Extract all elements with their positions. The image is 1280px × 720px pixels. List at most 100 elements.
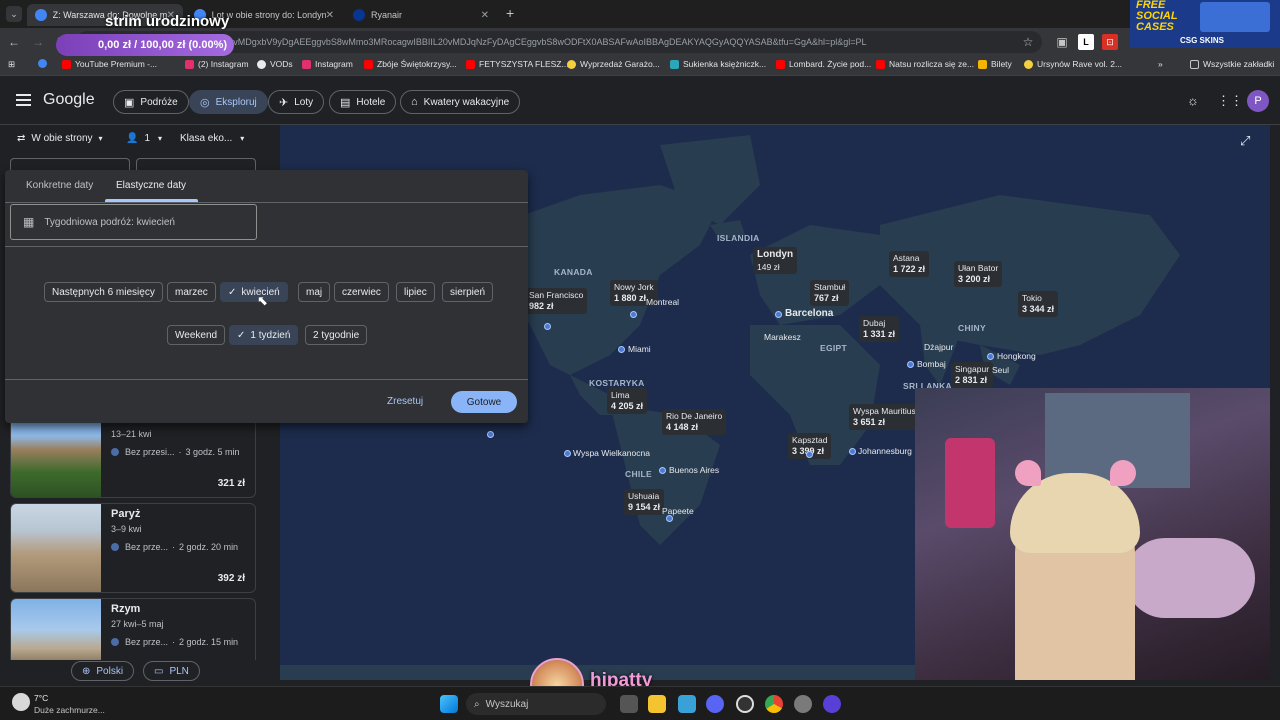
reset-button[interactable]: Zresetuj (387, 396, 423, 407)
passengers-select[interactable]: 👤 1 ▾ (126, 133, 162, 144)
google-logo[interactable]: Google (43, 91, 95, 109)
bookmark-icon[interactable] (38, 59, 51, 68)
map-pin[interactable] (630, 311, 637, 318)
nav-loty[interactable]: ✈ Loty (268, 90, 325, 114)
map-destination-ulan-bator[interactable]: Ułan Bator 3 200 zł (954, 261, 1003, 287)
file-explorer-icon[interactable] (648, 695, 666, 713)
map-destination-singapur[interactable]: Singapur 2 831 zł (951, 362, 994, 388)
month-chip-czerwiec[interactable]: czerwiec (334, 282, 389, 302)
bookmark-ursynow[interactable]: Ursynów Rave vol. 2... (1024, 59, 1122, 69)
apps-grid-icon[interactable]: ⋮⋮ (1217, 93, 1243, 109)
map-pin[interactable] (564, 450, 571, 457)
browser-tab-ryanair[interactable]: Ryanair ✕ (345, 4, 497, 26)
map-destination-tokio[interactable]: Tokio 3 344 zł (1018, 291, 1059, 317)
google-flights-header: Google ▣ Podróże ◎ Eksploruj ✈ Loty ▤ Hotele… (0, 77, 1280, 125)
map-destination-rio[interactable]: Rio De Janeiro 4 148 zł (662, 409, 727, 435)
language-button[interactable]: ⊕ Polski (71, 661, 135, 681)
nav-hotele[interactable]: ▤ Hotele (329, 90, 397, 114)
month-chip-kwiecien[interactable]: ✓ kwiecień (220, 282, 288, 302)
taskbar-search[interactable]: ⌕ Wyszukaj (466, 693, 606, 715)
month-chip-marzec[interactable]: marzec (167, 282, 216, 302)
map-destination-san-francisco[interactable]: San Francisco 982 zł (525, 288, 588, 314)
bookmark-instagram-2[interactable]: (2) Instagram (185, 59, 249, 69)
map-destination-dubaj[interactable]: Dubaj 1 331 zł (859, 316, 900, 342)
month-chip-maj[interactable]: maj (298, 282, 331, 302)
nav-podroze[interactable]: ▣ Podróże (113, 90, 189, 114)
more-bookmarks-icon[interactable]: » (1158, 59, 1163, 69)
month-chip-lipiec[interactable]: lipiec (396, 282, 435, 302)
map-destination-astana[interactable]: Astana 1 722 zł (889, 251, 930, 277)
bookmark-vods[interactable]: VODs (257, 59, 293, 69)
extension-icon[interactable]: L (1078, 34, 1094, 50)
map-pin[interactable] (544, 323, 551, 330)
trip-type-select[interactable]: ⇄ W obie strony ▾ (17, 133, 103, 144)
done-button[interactable]: Gotowe (451, 391, 517, 413)
map-pin[interactable] (666, 515, 673, 522)
tab-specific-dates[interactable]: Konkretne daty (26, 180, 93, 191)
forward-icon[interactable]: → (30, 34, 46, 50)
duration-chip-weekend[interactable]: Weekend (167, 325, 226, 345)
map-destination-stambul[interactable]: Stambuł 767 zł (810, 280, 850, 306)
bookmark-star-icon[interactable]: ☆ (1020, 34, 1036, 50)
cabin-class-select[interactable]: Klasa eko... ▾ (180, 133, 244, 144)
bookmark-all[interactable]: Wszystkie zakładki (1190, 59, 1274, 69)
map-pin[interactable] (618, 346, 625, 353)
extension-icon[interactable]: ▣ (1054, 34, 1070, 50)
back-icon[interactable]: ← (6, 34, 22, 50)
map-pin[interactable] (849, 448, 856, 455)
trip-length-field[interactable]: ▦ Tygodniowa podróż: kwiecień (10, 204, 257, 240)
result-card-paryz[interactable]: Paryż 3–9 kwi Bez prze... · 2 godz. 20 min… (10, 503, 256, 593)
close-icon[interactable]: ✕ (326, 10, 334, 21)
apps-icon[interactable]: ⊞ (8, 59, 15, 70)
settings-icon[interactable] (794, 695, 812, 713)
nav-eksploruj[interactable]: ◎ Eksploruj (189, 90, 268, 114)
bookmark-zboje[interactable]: Zbóje Świętokrzysy... (364, 59, 457, 69)
youtube-icon (466, 59, 475, 69)
map-destination-londyn[interactable]: Londyn 149 zł (753, 247, 798, 275)
country-label: CHINY (958, 323, 986, 333)
duration-chip-2-weeks[interactable]: 2 tygodnie (305, 325, 368, 345)
map-pin[interactable] (907, 361, 914, 368)
map-destination-mauritius[interactable]: Wyspa Mauritius 3 651 zł (849, 404, 920, 430)
tab-list-icon[interactable]: ⌄ (6, 6, 22, 22)
hamburger-menu-icon[interactable] (16, 94, 31, 106)
bookmark-sukienka[interactable]: Sukienka księżniczk... (670, 59, 766, 69)
avatar[interactable]: P (1247, 90, 1269, 112)
bookmark-label: Sukienka księżniczk... (683, 59, 767, 69)
nav-kwatery[interactable]: ⌂ Kwatery wakacyjne (400, 90, 521, 114)
map-pin[interactable] (487, 431, 494, 438)
bookmark-instagram[interactable]: Instagram (302, 59, 353, 69)
map-destination-lima[interactable]: Lima 4 205 zł (607, 388, 648, 414)
app-icon[interactable] (823, 695, 841, 713)
bookmark-natsu[interactable]: Natsu rozlicza się ze... (876, 59, 974, 69)
map-destination-ushuaia[interactable]: Ushuaia 9 154 zł (624, 489, 665, 515)
map-pin[interactable] (806, 451, 813, 458)
bookmark-lombard[interactable]: Lombard. Życie pod... (776, 59, 871, 69)
store-icon[interactable] (678, 695, 696, 713)
map-pin[interactable] (775, 311, 782, 318)
chrome-icon[interactable] (765, 695, 783, 713)
map-pin[interactable] (987, 353, 994, 360)
month-chip-sierpien[interactable]: sierpień (442, 282, 494, 302)
close-icon[interactable]: ✕ (481, 10, 489, 21)
obs-icon[interactable] (736, 695, 754, 713)
new-tab-icon[interactable]: + (506, 5, 514, 21)
task-view-icon[interactable] (620, 695, 638, 713)
discord-icon[interactable] (706, 695, 724, 713)
map-pin[interactable] (659, 467, 666, 474)
month-chip-next-6[interactable]: Następnych 6 miesięcy (44, 282, 163, 302)
tab-flexible-dates[interactable]: Elastyczne daty (116, 180, 186, 191)
duration-chip-1-week[interactable]: ✓ 1 tydzień (229, 325, 299, 345)
bookmark-wyprzedaz[interactable]: Wyprzedaż Garażo... (567, 59, 660, 69)
bookmark-bilety[interactable]: Bilety (978, 59, 1012, 69)
bookmark-flesz[interactable]: FETYSZYSTA FLESZ... (466, 59, 569, 69)
bookmark-youtube[interactable]: YouTube Premium -... (62, 59, 157, 69)
result-card-rzym[interactable]: Rzym 27 kwi–5 maj Bez prze... · 2 godz. 15… (10, 598, 256, 660)
weather-icon[interactable] (12, 693, 30, 711)
currency-button[interactable]: ▭ PLN (143, 661, 200, 681)
extension-icon[interactable]: ⊡ (1102, 34, 1118, 50)
fullscreen-icon[interactable]: ⤢ (1240, 133, 1250, 149)
windows-start-icon[interactable] (440, 695, 458, 713)
bookmark-label: FETYSZYSTA FLESZ... (479, 59, 569, 69)
theme-toggle-icon[interactable]: ☼ (1187, 93, 1199, 108)
